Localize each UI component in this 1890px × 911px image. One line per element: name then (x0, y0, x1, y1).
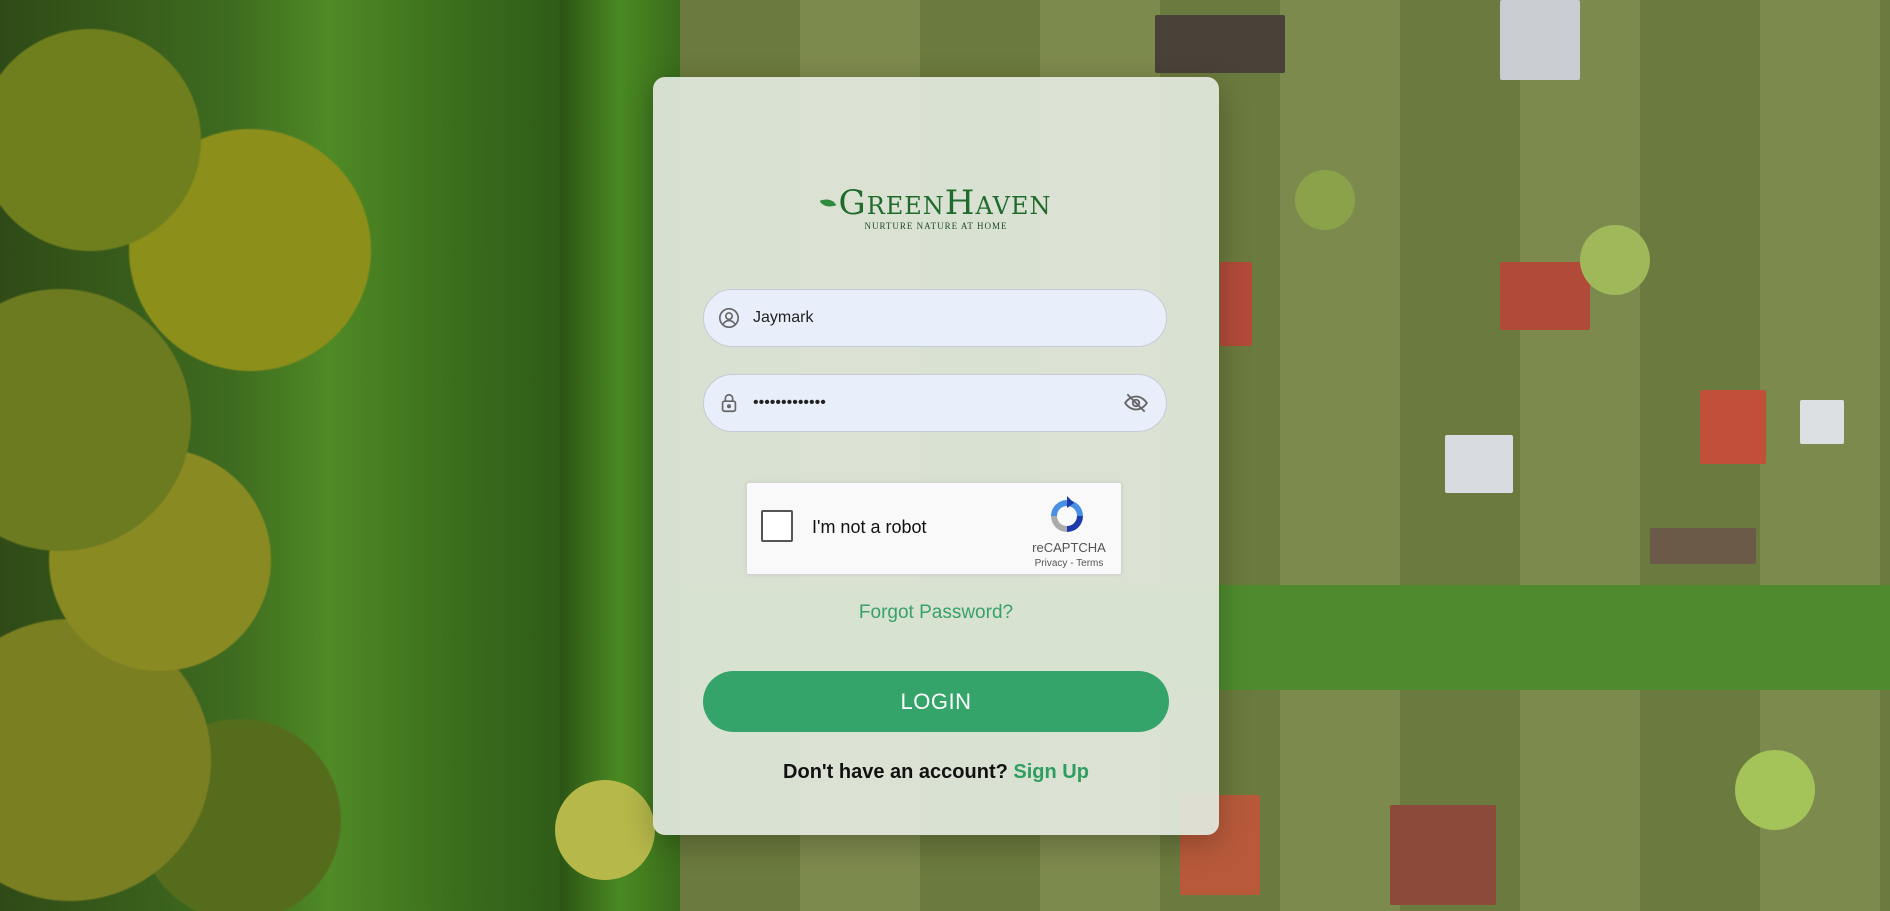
signup-link[interactable]: Sign Up (1013, 761, 1089, 783)
background-roof (1500, 262, 1590, 330)
password-field[interactable]: ••••••••••••• (703, 374, 1167, 432)
forgot-password-link[interactable]: Forgot Password? (653, 602, 1219, 624)
login-button[interactable]: LOGIN (703, 671, 1169, 732)
username-field[interactable]: Jaymark (703, 289, 1167, 347)
login-card: GreenHaven NURTURE NATURE AT HOME Jaymar… (653, 77, 1219, 835)
recaptcha-terms-link[interactable]: Terms (1076, 558, 1103, 569)
background-roof (1800, 400, 1844, 444)
recaptcha-brand: reCAPTCHA (1032, 540, 1106, 555)
background-roof (1650, 528, 1756, 564)
signup-prompt-text: Don't have an account? (783, 761, 1008, 783)
password-input[interactable]: ••••••••••••• (753, 394, 1122, 412)
recaptcha-label: I'm not a robot (812, 517, 927, 537)
recaptcha-privacy-link[interactable]: Privacy (1035, 558, 1068, 569)
recaptcha-links: Privacy - Terms (1017, 558, 1121, 569)
background-roof (1700, 390, 1766, 464)
brand-logo: GreenHaven NURTURE NATURE AT HOME (653, 183, 1219, 231)
username-input[interactable]: Jaymark (753, 309, 1166, 327)
background-roof (1500, 0, 1580, 80)
recaptcha-links-separator: - (1067, 558, 1077, 569)
lock-icon (717, 391, 741, 415)
signup-prompt: Don't have an account? Sign Up (653, 761, 1219, 784)
eye-off-icon[interactable] (1122, 389, 1150, 417)
recaptcha-icon (1047, 496, 1087, 536)
background-roof (1390, 805, 1496, 905)
background-tree (555, 780, 655, 880)
background-forest (0, 0, 640, 911)
background-roof (1155, 15, 1285, 73)
leaf-icon (819, 195, 836, 211)
recaptcha-widget: I'm not a robot reCAPTCHA Privacy - Term… (746, 482, 1122, 575)
background-roof (1445, 435, 1513, 493)
user-circle-icon (717, 306, 741, 330)
background-tree (1580, 225, 1650, 295)
brand-name: GreenHaven (838, 183, 1052, 223)
background-tree (1295, 170, 1355, 230)
recaptcha-checkbox[interactable] (761, 510, 793, 542)
brand-tagline: NURTURE NATURE AT HOME (864, 221, 1008, 231)
background-roof (1220, 262, 1252, 346)
background-tree (1735, 750, 1815, 830)
